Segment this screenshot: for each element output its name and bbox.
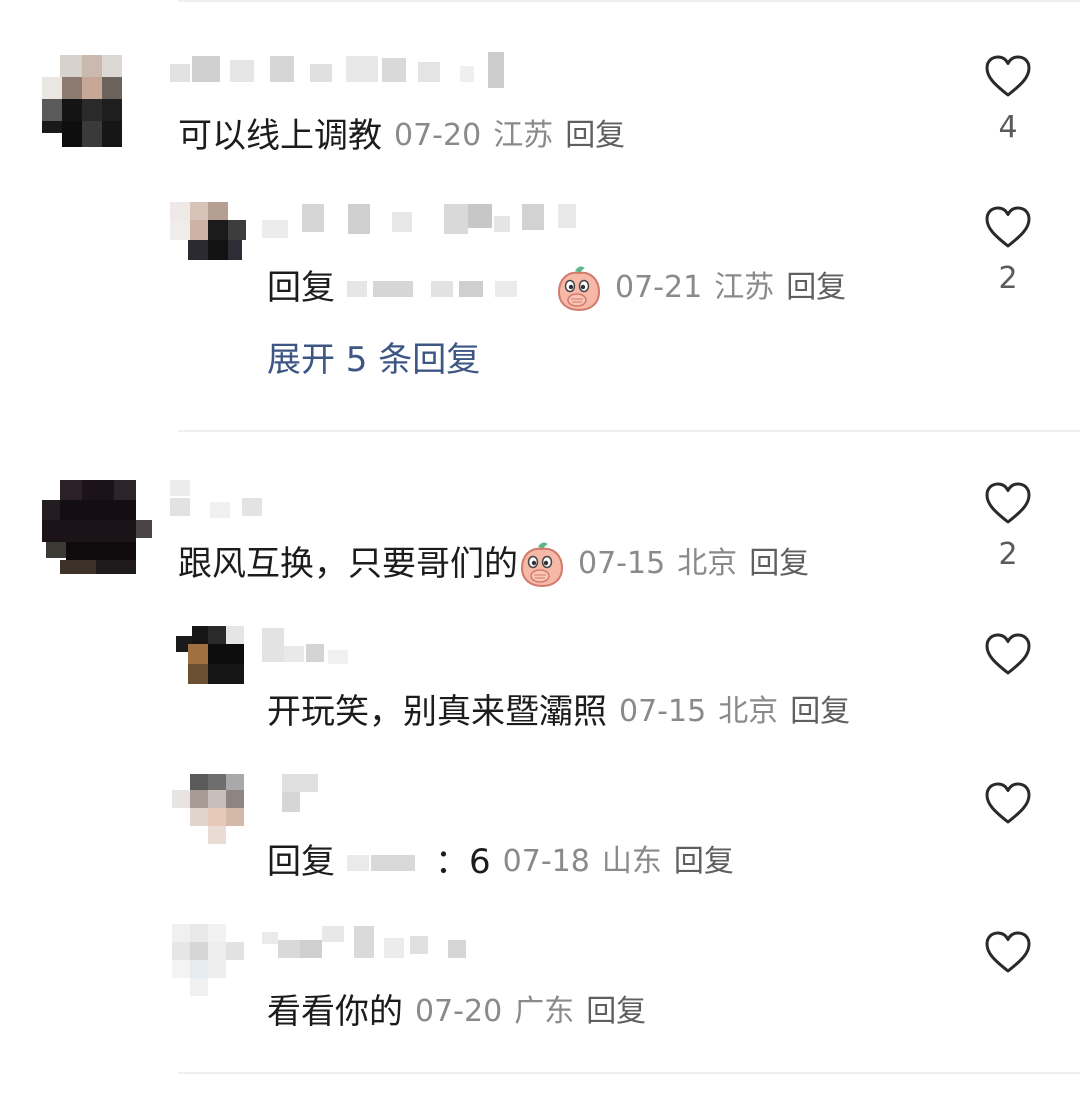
comment-body: 跟风互换，只要哥们的 07-15 北京 回复 (178, 540, 809, 588)
reply-date: 07-18 (502, 844, 590, 879)
reply-location: 北京 (718, 694, 779, 729)
reply-text: ：6 (435, 842, 491, 882)
top-divider (178, 0, 1080, 2)
heart-outline-icon (985, 782, 1031, 824)
reply-date: 07-15 (619, 694, 707, 729)
reply-meta: 07-18 山东 (503, 840, 662, 884)
comment-text: 可以线上调教 (178, 116, 382, 156)
reply-meta: 07-21 江苏 (615, 266, 774, 310)
reply-location: 江苏 (714, 270, 775, 305)
reply-body: 看看你的 07-20 广东 回复 (267, 990, 646, 1034)
reply-body: 回复 ：6 07-18 山东 回复 (267, 840, 734, 884)
reply-text: 看看你的 (267, 992, 403, 1032)
reply-meta: 07-20 广东 (415, 990, 574, 1034)
reply-button[interactable]: 回复 (586, 990, 646, 1034)
reply-button[interactable]: 回复 (749, 542, 809, 586)
comment-location: 江苏 (493, 118, 554, 153)
heart-outline-icon (985, 55, 1031, 97)
like-button[interactable] (982, 781, 1034, 837)
reply-location: 广东 (514, 994, 575, 1029)
like-count: 4 (998, 110, 1018, 145)
reply-button[interactable]: 回复 (790, 690, 850, 734)
avatar[interactable] (170, 202, 246, 260)
expand-replies-link[interactable]: 展开 5 条回复 (267, 338, 480, 382)
like-button[interactable]: 2 (982, 205, 1034, 297)
username-masked[interactable] (262, 922, 472, 962)
comment-body: 可以线上调教 07-20 江苏 回复 (178, 114, 625, 158)
avatar[interactable] (42, 55, 138, 147)
username-masked[interactable] (262, 200, 582, 240)
comment-meta: 07-15 北京 (578, 542, 737, 586)
like-button[interactable]: 2 (982, 481, 1034, 573)
peach-cover-mouth-emoji (520, 542, 564, 588)
reply-location: 山东 (601, 844, 662, 879)
comment-divider (178, 430, 1080, 432)
avatar[interactable] (172, 774, 248, 846)
username-masked[interactable] (170, 480, 290, 520)
reply-date: 07-20 (415, 994, 503, 1029)
reply-meta: 07-15 北京 (619, 690, 778, 734)
heart-outline-icon (985, 633, 1031, 675)
reply-prefix: 回复 (267, 842, 335, 882)
avatar[interactable] (176, 626, 246, 686)
mentioned-user-masked[interactable] (347, 847, 435, 877)
like-button[interactable]: 4 (982, 54, 1034, 146)
avatar[interactable] (42, 480, 152, 574)
like-count: 2 (998, 261, 1018, 296)
reply-button[interactable]: 回复 (674, 840, 734, 884)
comment-location: 北京 (677, 546, 738, 581)
comment-divider (178, 1072, 1080, 1074)
reply-button[interactable]: 回复 (786, 266, 846, 310)
reply-date: 07-21 (615, 270, 703, 305)
mentioned-user-masked[interactable] (347, 273, 547, 303)
reply-body: 回复 07-21 江苏 回复 (267, 264, 846, 312)
heart-outline-icon (985, 482, 1031, 524)
heart-outline-icon (985, 931, 1031, 973)
reply-body: 开玩笑，别真来暨灞照 07-15 北京 回复 (267, 690, 850, 734)
comment-date: 07-20 (394, 118, 482, 153)
like-button[interactable] (982, 930, 1034, 986)
reply-prefix: 回复 (267, 268, 335, 308)
username-masked[interactable] (262, 628, 362, 668)
username-masked[interactable] (170, 52, 510, 92)
avatar[interactable] (172, 924, 248, 998)
comment-date: 07-15 (578, 546, 666, 581)
comment-text: 跟风互换，只要哥们的 (178, 544, 518, 584)
reply-button[interactable]: 回复 (565, 114, 625, 158)
comment-meta: 07-20 江苏 (394, 114, 553, 158)
heart-outline-icon (985, 206, 1031, 248)
like-count: 2 (998, 537, 1018, 572)
username-masked[interactable] (282, 774, 322, 814)
reply-text: 开玩笑，别真来暨灞照 (267, 692, 607, 732)
peach-cover-mouth-emoji (557, 266, 601, 312)
like-button[interactable] (982, 632, 1034, 688)
